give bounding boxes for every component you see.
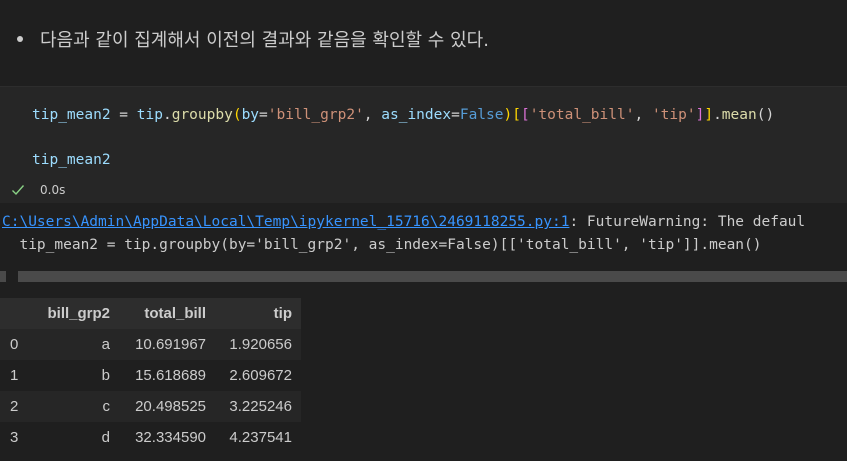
row-index: 1 bbox=[10, 367, 19, 384]
scrollbar-track-start bbox=[0, 271, 6, 282]
warning-message: : FutureWarning: The defaul bbox=[569, 214, 806, 230]
warning-line: C:\Users\Admin\AppData\Local\Temp\ipyker… bbox=[2, 214, 805, 230]
table-row: 1 b 15.618689 2.609672 bbox=[0, 360, 301, 391]
horizontal-scrollbar[interactable] bbox=[18, 271, 847, 282]
code-cell[interactable]: tip_mean2 = tip.groupby(by='bill_grp2', … bbox=[0, 86, 847, 203]
markdown-cell[interactable]: 다음과 같이 집계해서 이전의 결과와 같음을 확인할 수 있다. bbox=[0, 0, 847, 86]
cell-total-bill: 10.691967 bbox=[135, 336, 206, 353]
cell-bill-grp2: a bbox=[101, 336, 110, 353]
cell-output: C:\Users\Admin\AppData\Local\Temp\ipyker… bbox=[0, 203, 847, 461]
code-line-1[interactable]: tip_mean2 = tip.groupby(by='bill_grp2', … bbox=[32, 107, 774, 123]
warning-code-line: tip_mean2 = tip.groupby(by='bill_grp2', … bbox=[2, 237, 762, 253]
cell-tip: 4.237541 bbox=[229, 429, 292, 446]
notebook-page: 다음과 같이 집계해서 이전의 결과와 같음을 확인할 수 있다. tip_me… bbox=[0, 0, 847, 461]
cell-total-bill: 20.498525 bbox=[135, 398, 206, 415]
cell-bill-grp2: b bbox=[101, 367, 110, 384]
cell-tip: 1.920656 bbox=[229, 336, 292, 353]
table-header-row: bill_grp2 total_bill tip bbox=[0, 298, 301, 329]
check-icon bbox=[12, 185, 25, 196]
table-row: 3 d 32.334590 4.237541 bbox=[0, 422, 301, 453]
column-header-tip: tip bbox=[273, 305, 292, 322]
row-index: 2 bbox=[10, 398, 19, 415]
cell-tip: 3.225246 bbox=[229, 398, 292, 415]
cell-total-bill: 15.618689 bbox=[135, 367, 206, 384]
row-index: 3 bbox=[10, 429, 19, 446]
cell-total-bill: 32.334590 bbox=[135, 429, 206, 446]
markdown-text: 다음과 같이 집계해서 이전의 결과와 같음을 확인할 수 있다. bbox=[40, 30, 489, 51]
cell-bill-grp2: d bbox=[101, 429, 110, 446]
dataframe-table: bill_grp2 total_bill tip 0 a 10.691967 1… bbox=[0, 298, 301, 453]
column-header-bill-grp2: bill_grp2 bbox=[47, 305, 110, 322]
code-line-3[interactable]: tip_mean2 bbox=[32, 152, 111, 168]
column-header-index bbox=[0, 298, 40, 329]
row-index: 0 bbox=[10, 336, 19, 353]
cell-tip: 2.609672 bbox=[229, 367, 292, 384]
bullet-icon bbox=[17, 36, 23, 42]
column-header-total-bill: total_bill bbox=[144, 305, 206, 322]
warning-file-link[interactable]: C:\Users\Admin\AppData\Local\Temp\ipyker… bbox=[2, 214, 569, 230]
table-row: 0 a 10.691967 1.920656 bbox=[0, 329, 301, 360]
cell-bill-grp2: c bbox=[102, 398, 111, 415]
table-row: 2 c 20.498525 3.225246 bbox=[0, 391, 301, 422]
execution-time: 0.0s bbox=[40, 183, 66, 197]
execution-status: 0.0s bbox=[10, 181, 65, 199]
